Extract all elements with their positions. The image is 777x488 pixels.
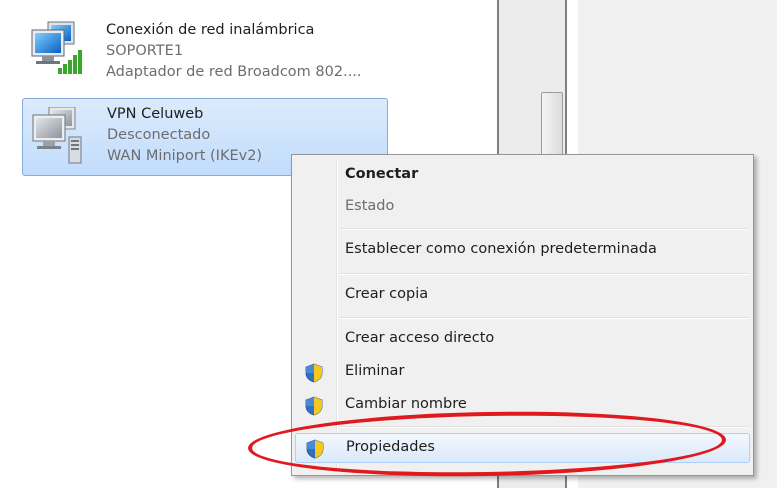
- connection-status: Desconectado: [107, 127, 211, 143]
- menu-separator: [340, 273, 749, 275]
- menu-item-crear-acceso-directo[interactable]: Crear acceso directo: [295, 325, 750, 355]
- uac-shield-icon: [305, 363, 323, 383]
- menu-item-label: Crear copia: [345, 286, 429, 302]
- menu-item-establecer-predeterminada[interactable]: Establecer como conexión predeterminada: [295, 236, 750, 266]
- menu-item-crear-copia[interactable]: Crear copia: [295, 281, 750, 311]
- connection-device: WAN Miniport (IKEv2): [107, 148, 263, 164]
- uac-shield-icon: [305, 396, 323, 416]
- menu-item-cambiar-nombre[interactable]: Cambiar nombre: [295, 391, 750, 421]
- menu-item-label: Cambiar nombre: [345, 396, 467, 412]
- menu-item-label: Propiedades: [346, 439, 435, 455]
- menu-item-label: Conectar: [345, 166, 419, 182]
- connection-text: VPN Celuweb Desconectado WAN Miniport (I…: [107, 104, 262, 167]
- context-menu: Conectar Estado Establecer como conexión…: [291, 154, 754, 476]
- connection-device: Adaptador de red Broadcom 802....: [106, 64, 362, 80]
- connection-text: Conexión de red inalámbrica SOPORTE1 Ada…: [106, 20, 362, 83]
- menu-item-label: Estado: [345, 198, 395, 214]
- menu-item-label: Establecer como conexión predeterminada: [345, 241, 657, 257]
- wireless-network-icon: [31, 21, 82, 74]
- connection-item-wireless[interactable]: Conexión de red inalámbrica SOPORTE1 Ada…: [22, 12, 388, 94]
- menu-item-conectar[interactable]: Conectar: [295, 161, 750, 191]
- menu-separator: [340, 317, 749, 319]
- vpn-connection-icon: [32, 107, 82, 164]
- connection-name: Conexión de red inalámbrica: [106, 22, 315, 38]
- menu-item-eliminar[interactable]: Eliminar: [295, 358, 750, 388]
- scrollbar-thumb[interactable]: [541, 92, 563, 156]
- menu-separator: [340, 228, 749, 230]
- menu-separator: [340, 426, 749, 428]
- connection-status: SOPORTE1: [106, 43, 184, 59]
- menu-item-label: Eliminar: [345, 363, 405, 379]
- connection-name: VPN Celuweb: [107, 106, 204, 122]
- uac-shield-icon: [306, 439, 324, 459]
- menu-item-label: Crear acceso directo: [345, 330, 495, 346]
- menu-item-propiedades[interactable]: Propiedades: [295, 433, 750, 463]
- menu-item-estado: Estado: [295, 193, 750, 223]
